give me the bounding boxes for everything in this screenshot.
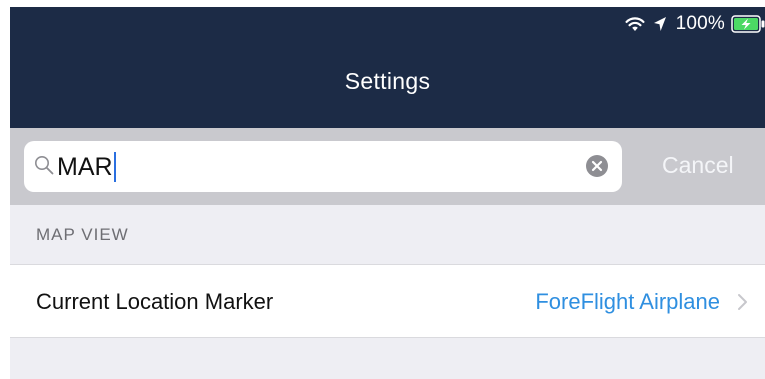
section-header: MAP VIEW bbox=[10, 205, 765, 265]
section-title: MAP VIEW bbox=[36, 225, 129, 244]
navigation-bar: 100% Settings bbox=[10, 7, 765, 128]
chevron-right-icon bbox=[737, 293, 748, 316]
setting-row-current-location-marker[interactable]: Current Location Marker ForeFlight Airpl… bbox=[10, 264, 765, 338]
text-caret bbox=[113, 152, 116, 182]
row-label: Current Location Marker bbox=[36, 289, 274, 314]
search-input[interactable]: MAR bbox=[24, 141, 622, 192]
settings-screen: 100% Settings MAR Cancel MAP VIEW Curren… bbox=[10, 7, 765, 379]
clear-icon[interactable] bbox=[586, 155, 608, 182]
row-value: ForeFlight Airplane bbox=[535, 289, 720, 314]
battery-percentage: 100% bbox=[675, 13, 725, 34]
status-bar: 100% bbox=[625, 7, 765, 41]
search-query-text: MAR bbox=[57, 152, 113, 181]
battery-charging-icon bbox=[731, 15, 765, 33]
search-icon bbox=[34, 155, 54, 180]
search-bar: MAR Cancel bbox=[10, 128, 765, 205]
wifi-icon bbox=[625, 16, 645, 32]
cancel-button[interactable]: Cancel bbox=[662, 152, 734, 179]
page-title: Settings bbox=[344, 68, 431, 94]
search-query: MAR bbox=[57, 152, 116, 182]
location-arrow-icon bbox=[653, 16, 667, 32]
